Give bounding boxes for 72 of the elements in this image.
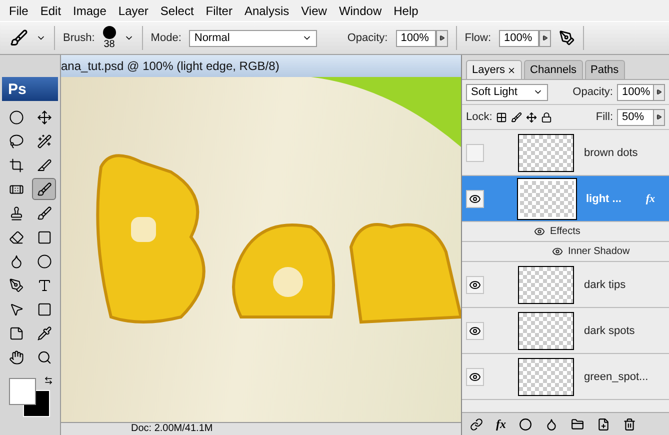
layer-thumbnail bbox=[518, 266, 574, 304]
document-title: ana_tut.psd @ 100% (light edge, RGB/8) bbox=[61, 55, 461, 77]
visibility-toggle[interactable] bbox=[466, 368, 484, 386]
eye-icon[interactable] bbox=[469, 370, 481, 382]
mode-dropdown[interactable]: Normal bbox=[189, 30, 318, 46]
eye-icon[interactable] bbox=[534, 226, 545, 237]
layer-name: dark spots bbox=[584, 324, 636, 336]
menu-item[interactable]: Image bbox=[67, 4, 112, 18]
eye-icon[interactable] bbox=[469, 192, 481, 204]
opacity-field[interactable]: 100% bbox=[396, 30, 436, 46]
menu-item[interactable]: File bbox=[3, 4, 34, 18]
lock-position-icon[interactable] bbox=[526, 112, 538, 122]
mode-label: Mode: bbox=[150, 32, 182, 44]
flow-label: Flow: bbox=[464, 32, 492, 44]
effects-label: Effects bbox=[550, 226, 580, 237]
eye-icon[interactable] bbox=[552, 246, 563, 257]
panel-tab[interactable]: Channels bbox=[524, 60, 583, 79]
visibility-toggle[interactable] bbox=[466, 190, 484, 208]
brush-tip-icon[interactable] bbox=[102, 26, 116, 39]
visibility-toggle[interactable] bbox=[466, 322, 484, 340]
opacity-label: Opacity: bbox=[572, 86, 613, 98]
folder-icon[interactable] bbox=[571, 418, 584, 430]
effects-row[interactable]: Effects bbox=[462, 222, 669, 242]
layer-thumbnail bbox=[518, 312, 574, 350]
menu-item[interactable]: Edit bbox=[34, 4, 68, 18]
lock-label: Lock: bbox=[466, 111, 492, 123]
eye-icon[interactable] bbox=[469, 278, 481, 290]
layer-name: dark tips bbox=[584, 278, 627, 290]
visibility-toggle[interactable] bbox=[466, 276, 484, 294]
layer-thumbnail bbox=[518, 134, 574, 172]
lock-pixels-icon[interactable] bbox=[511, 112, 522, 122]
lock-transparency-icon[interactable] bbox=[496, 112, 508, 122]
menu-item[interactable]: Select bbox=[154, 4, 200, 18]
opacity-label: Opacity: bbox=[347, 32, 388, 44]
menu-item[interactable]: Filter bbox=[200, 4, 238, 18]
layer-name: brown dots bbox=[584, 146, 639, 158]
effect-label: Inner Shadow bbox=[568, 246, 630, 257]
new-layer-icon[interactable] bbox=[597, 418, 610, 430]
visibility-toggle[interactable] bbox=[466, 144, 484, 162]
brush-size: 38 bbox=[104, 39, 115, 50]
slider-arrow-icon[interactable] bbox=[656, 89, 662, 95]
color-swatches-icon[interactable] bbox=[7, 376, 51, 418]
app-logo: Ps bbox=[2, 77, 58, 101]
fx-button[interactable]: fx bbox=[496, 416, 506, 432]
layer-thumbnail bbox=[518, 358, 574, 396]
menu-item[interactable]: View bbox=[295, 4, 333, 18]
panel-tab[interactable]: Layers bbox=[466, 60, 522, 79]
lock-icon[interactable] bbox=[541, 112, 552, 122]
close-icon[interactable] bbox=[507, 66, 516, 74]
layer-name: light ... bbox=[586, 192, 622, 204]
layer-name: green_spot... bbox=[584, 370, 650, 382]
menu-item[interactable]: Help bbox=[388, 4, 424, 18]
flow-field[interactable]: 100% bbox=[499, 30, 540, 46]
brush-label: Brush: bbox=[63, 32, 95, 44]
slider-arrow-icon[interactable] bbox=[542, 35, 548, 41]
eye-icon[interactable] bbox=[469, 324, 481, 336]
layer-thumbnail bbox=[518, 178, 576, 218]
menu-item[interactable]: Layer bbox=[112, 4, 154, 18]
brush-icon[interactable] bbox=[10, 29, 28, 47]
document-status: Doc: 2.00M/41.1M bbox=[131, 423, 213, 434]
blend-mode-dropdown[interactable]: Soft Light bbox=[466, 84, 548, 100]
slider-arrow-icon[interactable] bbox=[656, 114, 662, 120]
trash-icon[interactable] bbox=[623, 418, 636, 430]
panel-tab[interactable]: Paths bbox=[584, 60, 625, 79]
brush-icon[interactable] bbox=[32, 178, 56, 200]
fill-label: Fill: bbox=[596, 111, 613, 123]
menu-item[interactable]: Window bbox=[332, 4, 388, 18]
slider-arrow-icon[interactable] bbox=[438, 35, 445, 41]
link-icon[interactable] bbox=[470, 418, 483, 430]
swap-icon[interactable] bbox=[44, 376, 53, 385]
menu-item[interactable]: Analysis bbox=[238, 4, 296, 18]
fx-label: fx bbox=[646, 192, 655, 204]
